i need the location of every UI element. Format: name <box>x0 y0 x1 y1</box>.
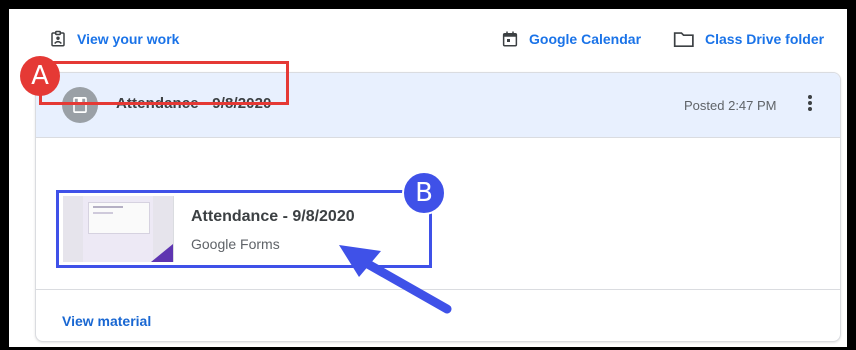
attachment-thumbnail <box>63 196 174 262</box>
view-your-work-link[interactable]: View your work <box>49 28 179 50</box>
class-drive-folder-label: Class Drive folder <box>705 31 825 47</box>
view-material-link[interactable]: View material <box>62 313 151 329</box>
google-calendar-label: Google Calendar <box>529 31 642 47</box>
more-vertical-icon <box>807 94 813 117</box>
view-your-work-label: View your work <box>77 31 180 47</box>
callout-box-a <box>39 61 289 105</box>
more-options-button[interactable] <box>796 91 824 119</box>
forms-corner-icon <box>151 244 173 262</box>
class-drive-folder-link[interactable]: Class Drive folder <box>673 28 824 50</box>
assignment-ind-icon <box>49 30 67 48</box>
card-divider <box>36 289 840 290</box>
folder-icon <box>673 30 695 48</box>
callout-badge-a: A <box>20 56 60 96</box>
calendar-icon <box>501 30 519 48</box>
google-calendar-link[interactable]: Google Calendar <box>501 28 641 50</box>
top-links-bar: View your work Google Calendar Class Dri… <box>9 9 847 65</box>
attachment-type: Google Forms <box>191 236 280 252</box>
posted-time: Posted 2:47 PM <box>684 98 777 113</box>
classroom-window: View your work Google Calendar Class Dri… <box>9 9 847 347</box>
callout-badge-b: B <box>402 171 446 215</box>
forms-attachment[interactable]: Attendance - 9/8/2020 Google Forms <box>56 190 432 268</box>
attachment-title: Attendance - 9/8/2020 <box>191 208 355 225</box>
